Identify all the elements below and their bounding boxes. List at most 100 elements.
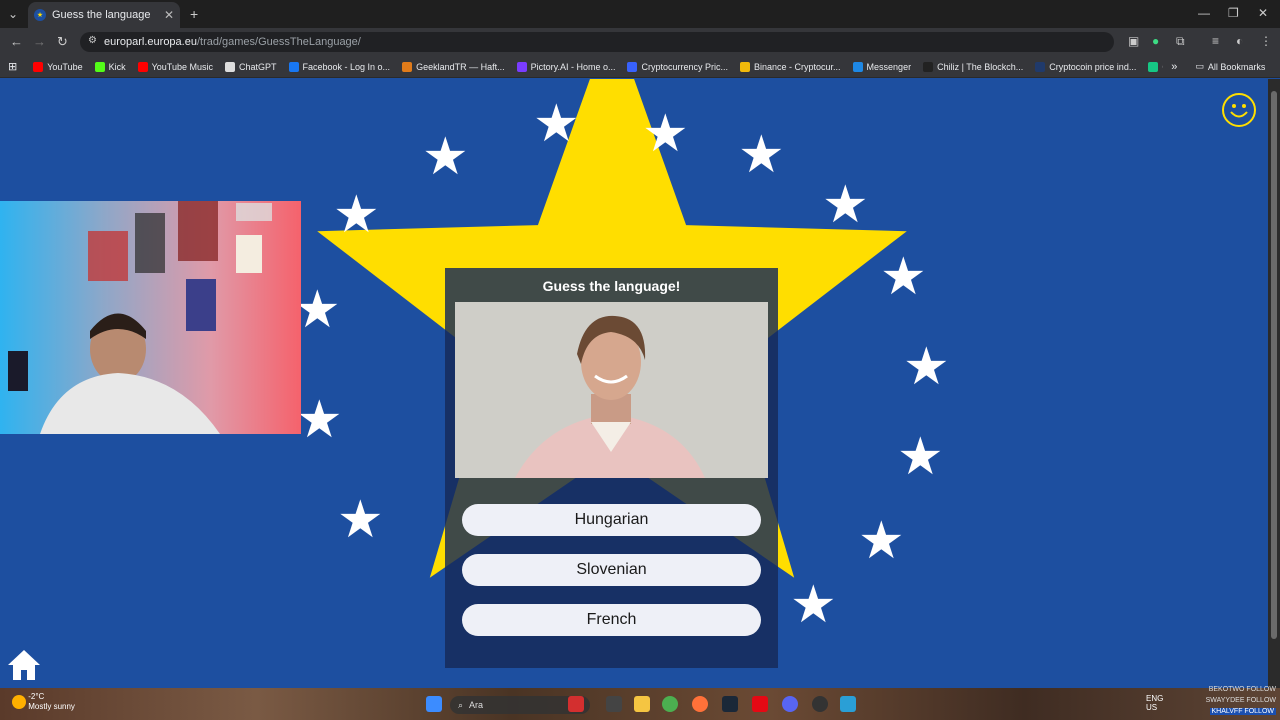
white-star-icon: ★ (897, 428, 944, 486)
more-bookmarks-icon[interactable]: » (1171, 61, 1177, 73)
answer-button-hungarian[interactable]: Hungarian (462, 504, 761, 536)
bookmark-label: Cryptocurrency Pric... (1162, 62, 1163, 72)
url-path: /trad/games/GuessTheLanguage/ (196, 36, 361, 48)
app-icon[interactable] (840, 696, 856, 712)
bookmark-favicon-icon (740, 61, 750, 72)
site-info-icon[interactable]: ⚙ (88, 35, 97, 46)
bookmark-item[interactable]: ChatGPT (224, 61, 277, 72)
reload-icon[interactable]: ↻ (57, 34, 68, 50)
white-star-icon: ★ (422, 128, 469, 186)
bookmark-favicon-icon (1148, 61, 1159, 72)
game-title: Guess the language! (542, 278, 681, 294)
shield-extension-icon[interactable]: ● (1152, 34, 1159, 48)
bookmark-item[interactable]: Kick (94, 61, 126, 72)
task-view-icon[interactable] (606, 696, 622, 712)
firefox-icon[interactable] (692, 696, 708, 712)
white-star-icon: ★ (533, 95, 580, 153)
home-icon[interactable] (6, 647, 42, 683)
new-tab-icon[interactable]: + (190, 6, 198, 22)
all-bookmarks-folder[interactable]: ▭ All Bookmarks (1195, 61, 1265, 72)
browser-tab-bar: ⌄ ★ Guess the language ✕ + — ❐ ✕ (0, 0, 1280, 28)
url-host: europarl.europa.eu (104, 36, 197, 48)
eu-favicon-icon: ★ (34, 9, 46, 21)
white-star-icon: ★ (333, 186, 380, 244)
close-tab-icon[interactable]: ✕ (164, 8, 174, 22)
bookmark-favicon-icon (224, 61, 235, 72)
profile-avatar-icon[interactable]: ◐ (1236, 34, 1243, 48)
white-star-icon: ★ (858, 512, 905, 570)
white-star-icon: ★ (790, 576, 837, 634)
bookmark-favicon-icon (516, 61, 527, 72)
bookmark-favicon-icon (402, 61, 413, 72)
bookmark-label: YouTube (47, 61, 83, 72)
answer-button-slovenian[interactable]: Slovenian (462, 554, 761, 586)
smiley-face-icon[interactable] (1222, 93, 1256, 127)
speaker-video[interactable] (455, 302, 768, 478)
weather-widget[interactable]: -2°C Mostly sunny (12, 692, 75, 712)
bookmark-item[interactable]: Cryptocurrency Pric... (627, 61, 728, 72)
folder-icon: ▭ (1195, 61, 1204, 71)
white-star-icon: ★ (337, 491, 384, 549)
bookmark-item[interactable]: YouTube Music (137, 61, 213, 72)
bookmark-favicon-icon (923, 61, 934, 72)
chrome-icon[interactable] (662, 696, 678, 712)
address-bar[interactable]: ⚙ europarl.europa.eu/trad/games/GuessThe… (80, 32, 1114, 52)
bookmark-item[interactable]: Cryptocoin price ind... (1035, 61, 1137, 72)
bookmark-item[interactable]: Chiliz | The Blockch... (923, 61, 1024, 72)
bookmark-item[interactable]: Binance - Cryptocur... (740, 61, 841, 72)
bookmark-favicon-icon (627, 61, 638, 72)
bookmark-favicon-icon (33, 61, 44, 72)
back-icon[interactable]: ← (10, 34, 23, 49)
bookmark-favicon-icon (137, 61, 148, 72)
search-icon: ⌕ (458, 699, 464, 710)
bookmark-favicon-icon (288, 61, 299, 72)
extension-icon[interactable]: ▣ (1128, 34, 1139, 48)
close-window-icon[interactable]: ✕ (1258, 6, 1268, 20)
bookmark-label: Kick (108, 61, 126, 72)
browser-tab[interactable]: ★ Guess the language ✕ (28, 2, 180, 28)
bookmarks-bar: ⊞ YouTube Kick YouTube Music ChatGPT Faceboo… (0, 56, 1280, 78)
white-star-icon: ★ (642, 105, 689, 163)
bookmark-item[interactable]: Facebook - Log In o... (288, 61, 391, 72)
minimize-icon[interactable]: — (1198, 6, 1210, 20)
bookmark-item[interactable]: YouTube (33, 61, 83, 72)
bookmark-item[interactable]: Pictory.AI - Home o... (516, 61, 616, 72)
discord-icon[interactable] (782, 696, 798, 712)
apps-grid-icon[interactable]: ⊞ (8, 60, 17, 73)
bookmark-label: Messenger (866, 61, 912, 72)
tab-title: Guess the language (52, 9, 151, 21)
bookmark-label: Binance - Cryptocur... (754, 61, 841, 72)
forward-icon[interactable]: → (33, 34, 46, 49)
bookmark-label: Pictory.AI - Home o... (530, 61, 616, 72)
bookmark-label: Facebook - Log In o... (302, 61, 391, 72)
bookmark-item[interactable]: GeeklandTR — Haft... (402, 61, 505, 72)
white-star-icon: ★ (296, 391, 343, 449)
bookmark-label: YouTube Music (151, 61, 213, 72)
menu-icon[interactable]: ⋮ (1260, 34, 1272, 48)
file-explorer-icon[interactable] (634, 696, 650, 712)
bookmark-label: Chiliz | The Blockch... (937, 61, 1024, 72)
start-menu-icon[interactable] (426, 696, 442, 712)
steam-icon[interactable] (722, 696, 738, 712)
scrollbar-thumb[interactable] (1271, 91, 1277, 639)
bookmark-item[interactable]: Cryptocurrency Pric... (1148, 61, 1163, 72)
bookmark-item[interactable]: Messenger (852, 61, 912, 72)
answer-button-french[interactable]: French (462, 604, 761, 636)
weather-temp: -2°C (28, 692, 45, 701)
page-scrollbar[interactable] (1268, 79, 1280, 688)
weather-desc: Mostly sunny (28, 702, 75, 711)
sun-icon (12, 695, 26, 709)
flag-app-icon[interactable] (568, 696, 584, 712)
bookmark-favicon-icon (852, 61, 863, 72)
tab-search-icon[interactable]: ⌄ (8, 7, 18, 21)
language-indicator[interactable]: ENG US (1146, 694, 1163, 712)
maximize-icon[interactable]: ❐ (1228, 6, 1239, 20)
bookmark-label: ChatGPT (238, 61, 277, 72)
puzzle-icon[interactable]: ⧉ (1176, 34, 1185, 49)
media-icon[interactable]: ≡ (1212, 34, 1219, 48)
bookmark-label: Cryptocoin price ind... (1049, 61, 1137, 72)
obs-icon[interactable] (812, 696, 828, 712)
bookmark-label: GeeklandTR — Haft... (416, 61, 505, 72)
netflix-icon[interactable] (752, 696, 768, 712)
bookmark-label: Cryptocurrency Pric... (641, 61, 728, 72)
